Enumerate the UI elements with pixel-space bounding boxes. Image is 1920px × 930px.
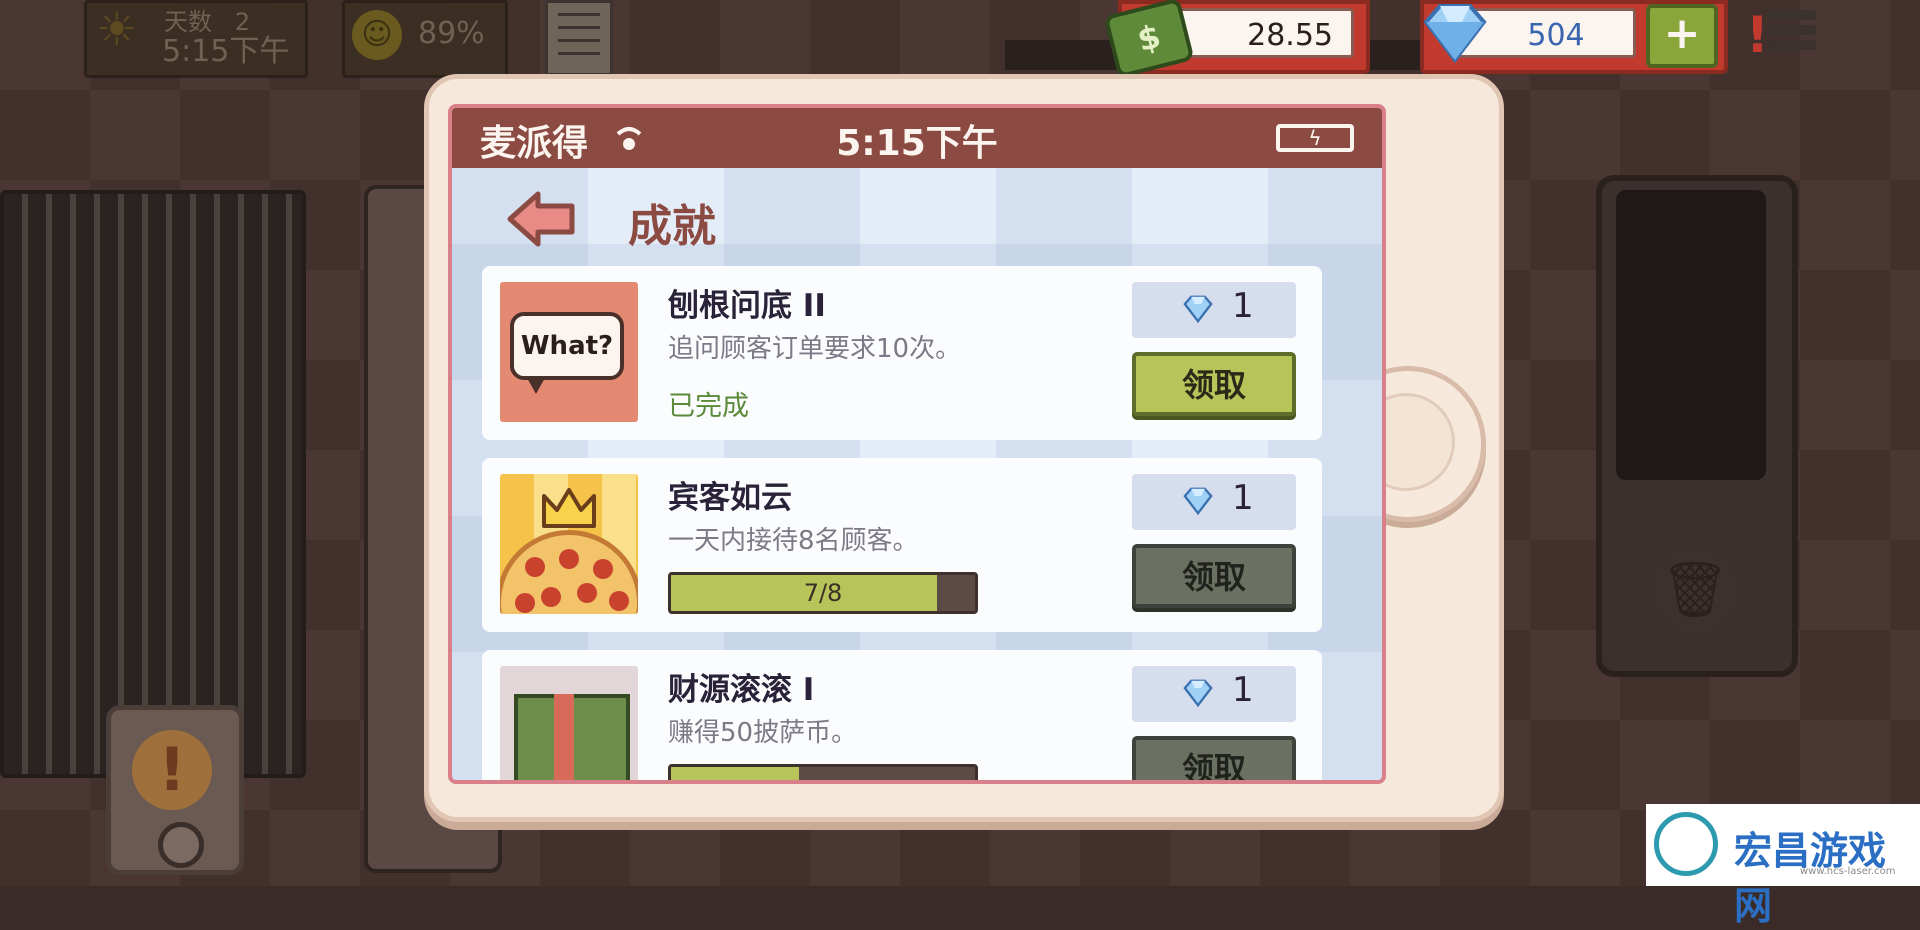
gem-icon xyxy=(1423,4,1487,64)
progress-fill xyxy=(671,767,799,780)
speech-bubble-icon: What? xyxy=(510,312,624,380)
reward-count: 1 xyxy=(1232,670,1254,710)
ticket-button xyxy=(158,822,204,868)
sun-icon: ☀ xyxy=(96,2,138,56)
order-alert-icon: ! xyxy=(132,730,212,810)
pizza-icon xyxy=(500,530,638,614)
achievement-card: 财源滚滚 I 赚得50披萨币。 1 领取 xyxy=(482,650,1322,780)
menu-button[interactable] xyxy=(1768,10,1816,60)
mood-percent: 89% xyxy=(418,16,485,51)
achievement-title: 宾客如云 xyxy=(668,480,792,516)
grill-station xyxy=(0,190,306,778)
watermark-url: www.hcs-laser.com xyxy=(1800,866,1896,877)
achievement-description: 赚得50披萨币。 xyxy=(668,718,858,748)
phone-screen: 麦派得 5:15下午 ϟ 成就 What? 刨根问底 II 追问顾客订单要求10… xyxy=(448,104,1386,784)
status-clock: 5:15下午 xyxy=(836,123,998,164)
achievement-description: 一天内接待8名顾客。 xyxy=(668,526,919,556)
achievement-thumbnail xyxy=(500,666,638,780)
achievement-card: 宾客如云 一天内接待8名顾客。 7/8 1 领取 xyxy=(482,458,1322,632)
gem-icon xyxy=(1183,487,1213,516)
claim-button[interactable]: 领取 xyxy=(1132,736,1296,780)
reward-box: 1 xyxy=(1132,474,1296,530)
gem-icon xyxy=(1183,679,1213,708)
cash-band xyxy=(554,694,574,780)
trash-icon: 🗑 xyxy=(1650,545,1740,635)
reward-count: 1 xyxy=(1232,286,1254,326)
pizza-crown-icon xyxy=(542,488,596,528)
achievement-thumbnail xyxy=(500,474,638,614)
receipt-icon xyxy=(545,0,613,76)
progress-bar: 7/8 xyxy=(668,572,978,614)
gem-icon xyxy=(1183,295,1213,324)
achievement-title: 刨根问底 II xyxy=(668,288,826,324)
hud-time: 5:15下午 xyxy=(162,34,290,69)
claim-button[interactable]: 领取 xyxy=(1132,544,1296,608)
claim-button[interactable]: 领取 xyxy=(1132,352,1296,416)
page-title: 成就 xyxy=(628,201,716,252)
menu-icon-bar xyxy=(1768,10,1816,20)
status-bar: 麦派得 5:15下午 ϟ xyxy=(452,108,1382,168)
mood-face-icon: ☺ xyxy=(352,10,402,60)
trash-bin-opening xyxy=(1616,190,1766,480)
reward-count: 1 xyxy=(1232,478,1254,518)
achievement-description: 追问顾客订单要求10次。 xyxy=(668,334,962,364)
back-arrow-icon[interactable] xyxy=(506,190,576,248)
achievement-thumbnail: What? xyxy=(500,282,638,422)
progress-bar xyxy=(668,764,978,780)
battery-icon: ϟ xyxy=(1276,124,1354,152)
achievement-title: 财源滚滚 I xyxy=(668,672,815,708)
reward-box: 1 xyxy=(1132,666,1296,722)
progress-label: 7/8 xyxy=(803,579,843,607)
menu-icon-bar xyxy=(1768,25,1816,35)
watermark-logo-icon xyxy=(1654,812,1718,876)
achievement-card: What? 刨根问底 II 追问顾客订单要求10次。 已完成 1 领取 xyxy=(482,266,1322,440)
achievement-status: 已完成 xyxy=(668,391,749,422)
menu-icon-bar xyxy=(1768,40,1816,50)
alert-icon[interactable]: ! xyxy=(1746,6,1769,68)
speech-bubble-tail xyxy=(526,376,546,394)
add-gems-button[interactable]: + xyxy=(1646,4,1718,68)
reward-box: 1 xyxy=(1132,282,1296,338)
